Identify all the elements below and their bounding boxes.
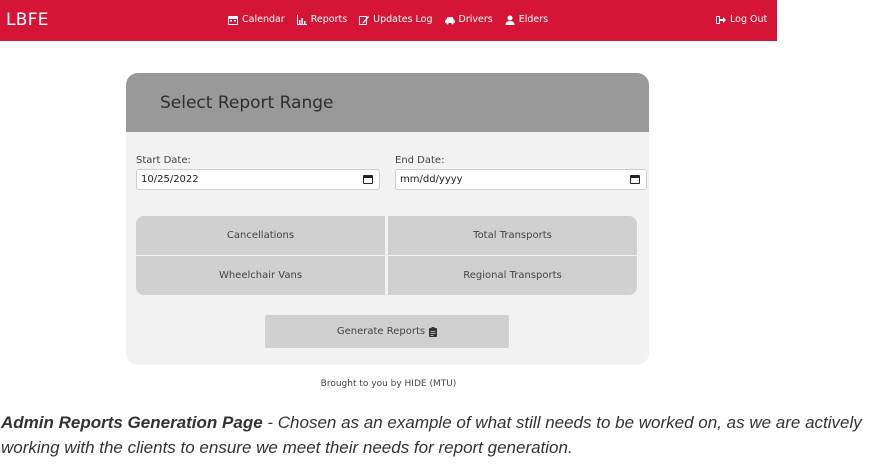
end-date-value: mm/dd/yyyy (400, 174, 463, 185)
calendar-picker-icon[interactable] (630, 175, 640, 184)
start-date-label: Start Date: (136, 155, 191, 166)
generate-reports-label: Generate Reports (336, 326, 426, 337)
user-icon (505, 15, 515, 25)
nav-item-reports[interactable]: Reports (296, 14, 348, 25)
nav-item-elders[interactable]: Elders (505, 14, 548, 25)
brand-logo[interactable]: LBFE (6, 10, 49, 30)
calendar-picker-icon[interactable] (363, 175, 373, 184)
end-date-group: End Date: mm/dd/yyyy (395, 155, 647, 190)
generate-reports-button[interactable]: Generate Reports (265, 315, 509, 348)
wheelchair-vans-button[interactable]: Wheelchair Vans (136, 256, 385, 295)
report-range-card: Select Report Range Start Date: 10/25/20… (126, 73, 649, 365)
report-type-options: Cancellations Total Transports Wheelchai… (136, 216, 637, 295)
card-header: Select Report Range (126, 73, 649, 132)
nav-item-label: Calendar (242, 14, 285, 25)
end-date-input[interactable]: mm/dd/yyyy (395, 169, 647, 190)
regional-transports-button[interactable]: Regional Transports (388, 256, 637, 295)
total-transports-button[interactable]: Total Transports (388, 216, 637, 255)
nav-item-label: Drivers (458, 14, 493, 25)
car-icon (444, 16, 455, 24)
nav-item-label: Updates Log (373, 14, 433, 25)
date-range-fields: Start Date: 10/25/2022 End Date: mm/dd/y… (136, 155, 647, 195)
chart-icon (296, 14, 307, 25)
caption-title: Admin Reports Generation Page (1, 413, 263, 432)
nav-item-label: Elders (518, 14, 549, 25)
start-date-group: Start Date: 10/25/2022 (136, 155, 380, 190)
nav-item-drivers[interactable]: Drivers (444, 14, 493, 25)
edit-icon (359, 15, 370, 25)
nav-item-updates-log[interactable]: Updates Log (359, 14, 433, 25)
calendar-icon (228, 15, 238, 25)
figure-caption: Admin Reports Generation Page - Chosen a… (1, 410, 873, 460)
nav-item-label: Reports (310, 14, 348, 25)
sign-out-icon (716, 15, 726, 24)
start-date-input[interactable]: 10/25/2022 (136, 169, 380, 190)
card-title: Select Report Range (160, 92, 334, 113)
nav-menu: Calendar Reports Updates Log Drivers Eld… (228, 14, 548, 25)
top-navbar: LBFE Calendar Reports Updates Log Driver… (0, 0, 777, 41)
footer-credit: Brought to you by HIDE (MTU) (320, 379, 457, 389)
logout-button[interactable]: Log Out (716, 14, 767, 25)
end-date-label: End Date: (395, 155, 445, 166)
logout-label: Log Out (730, 14, 768, 25)
cancellations-button[interactable]: Cancellations (136, 216, 385, 255)
nav-item-calendar[interactable]: Calendar (228, 14, 285, 25)
start-date-value: 10/25/2022 (141, 174, 199, 185)
clipboard-icon (429, 326, 438, 337)
